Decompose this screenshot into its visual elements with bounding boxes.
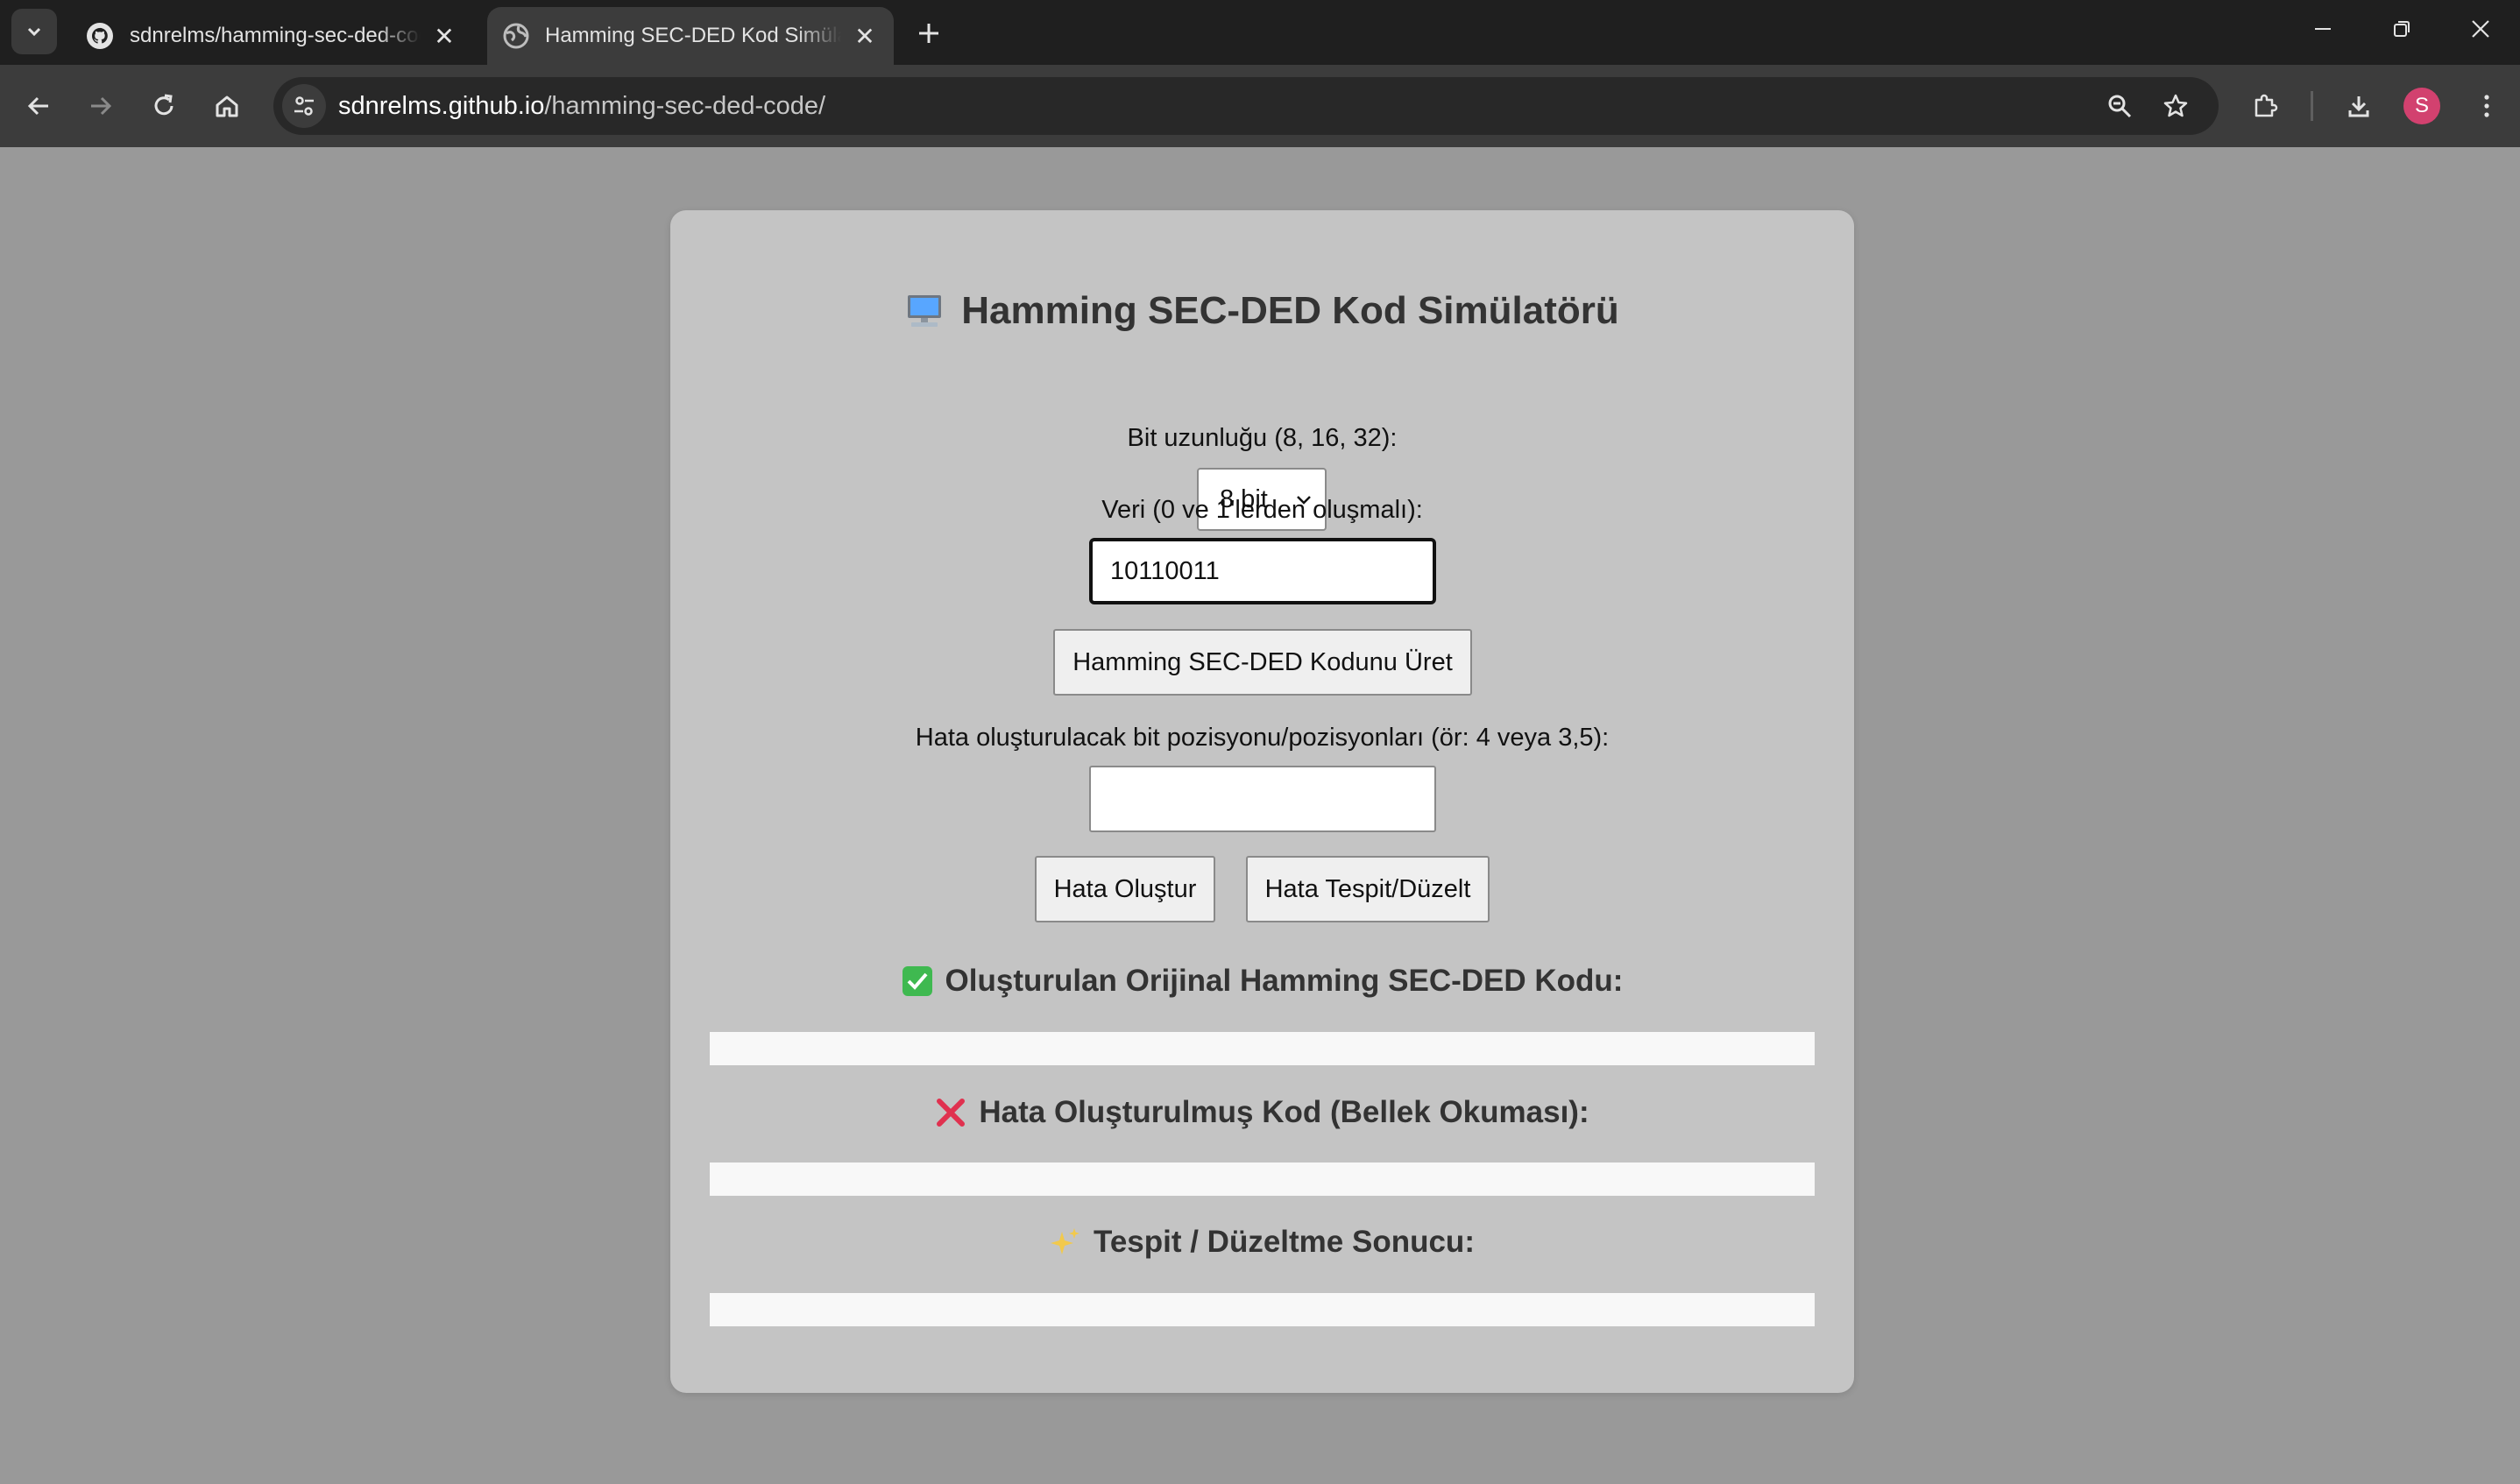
close-tab-icon[interactable]: ✕ [852,22,878,51]
simulator-card: Hamming SEC-DED Kod Simülatörü Bit uzunl… [670,210,1854,1393]
original-code-title: Oluşturulan Orijinal Hamming SEC-DED Kod… [945,964,1624,998]
url-host: sdnrelms.github.io [338,92,545,120]
corrupted-code-output [710,1162,1815,1196]
forward-button[interactable] [77,82,124,130]
cross-mark-icon [937,1099,966,1127]
close-window-button[interactable] [2441,0,2520,58]
profile-avatar[interactable]: S [2403,88,2440,124]
bookmark-button[interactable] [2152,82,2199,130]
zoom-icon [2108,95,2132,118]
home-icon [216,95,238,117]
result-heading: Tespit / Düzeltme Sonucu: [670,1225,1854,1260]
page-viewport: Hamming SEC-DED Kod Simülatörü Bit uzunl… [0,147,2520,1484]
tab-title: Hamming SEC-DED Kod Simülatörü [545,24,841,47]
reload-icon [154,94,173,116]
tab-title: sdnrelms/hamming-sec-ded-code [130,24,421,47]
corrupted-code-heading: Hata Oluşturulmuş Kod (Bellek Okuması): [670,1095,1854,1130]
data-input-value: 10110011 [1110,556,1220,585]
minimize-button[interactable] [2283,0,2362,58]
home-button[interactable] [203,82,251,130]
tab-strip: sdnrelms/hamming-sec-ded-code ✕ Hamming … [0,0,2520,65]
generate-code-button[interactable]: Hamming SEC-DED Kodunu Üret [1053,629,1472,696]
url-text[interactable]: sdnrelms.github.io/hamming-sec-ded-code/ [338,77,825,135]
error-positions-input[interactable] [1089,766,1436,832]
original-code-heading: Oluşturulan Orijinal Hamming SEC-DED Kod… [670,964,1854,999]
downloads-button[interactable] [2335,82,2382,130]
github-icon [87,23,113,49]
more-vert-icon [2484,95,2489,117]
download-icon [2348,96,2369,117]
page-title: Hamming SEC-DED Kod Simülatörü [670,289,1854,333]
site-info-button[interactable] [282,84,326,128]
browser-toolbar: sdnrelms.github.io/hamming-sec-ded-code/… [0,65,2520,147]
create-error-button[interactable]: Hata Oluştur [1035,856,1215,922]
address-bar[interactable]: sdnrelms.github.io/hamming-sec-ded-code/ [273,77,2219,135]
globe-icon [503,23,529,49]
toolbar-separator [2311,91,2313,121]
star-icon [2163,94,2188,117]
plus-icon [919,24,938,43]
close-icon [2472,20,2489,38]
restore-button[interactable] [2362,0,2441,58]
url-path: /hamming-sec-ded-code/ [544,92,826,120]
corrupted-code-title: Hata Oluşturulmuş Kod (Bellek Okuması): [979,1095,1589,1129]
back-button[interactable] [15,82,62,130]
tune-icon [294,96,314,116]
puzzle-icon [2255,94,2278,117]
data-label: Veri (0 ve 1'lerden oluşmalı): [1101,496,1423,524]
original-code-output [710,1032,1815,1065]
profile-initial: S [2414,94,2429,117]
tab-simulator[interactable]: Hamming SEC-DED Kod Simülatörü ✕ [487,7,894,65]
reload-button[interactable] [140,82,188,130]
result-title: Tespit / Düzeltme Sonucu: [1094,1225,1475,1259]
restore-icon [2394,21,2410,37]
detect-correct-button[interactable]: Hata Tespit/Düzelt [1246,856,1490,922]
tab-github-repo[interactable]: sdnrelms/hamming-sec-ded-code ✕ [70,7,473,65]
bit-length-label: Bit uzunluğu (8, 16, 32): [1127,424,1398,452]
menu-button[interactable] [2463,82,2510,130]
arrow-left-icon [27,96,48,116]
close-tab-icon[interactable]: ✕ [431,22,457,51]
error-positions-label: Hata oluşturulacak bit pozisyonu/pozisyo… [915,724,1610,752]
arrow-right-icon [91,96,112,116]
page-title-text: Hamming SEC-DED Kod Simülatörü [961,289,1619,332]
data-input[interactable]: 10110011 [1089,538,1436,604]
chevron-down-icon [27,27,41,37]
computer-icon [908,295,942,327]
result-output [710,1293,1815,1326]
tab-search-button[interactable] [11,9,57,54]
extensions-button[interactable] [2241,82,2289,130]
check-mark-icon [902,966,932,996]
zoom-button[interactable] [2096,82,2143,130]
new-tab-button[interactable] [908,12,950,54]
sparkles-icon [1051,1228,1080,1254]
minimize-icon [2315,28,2331,30]
